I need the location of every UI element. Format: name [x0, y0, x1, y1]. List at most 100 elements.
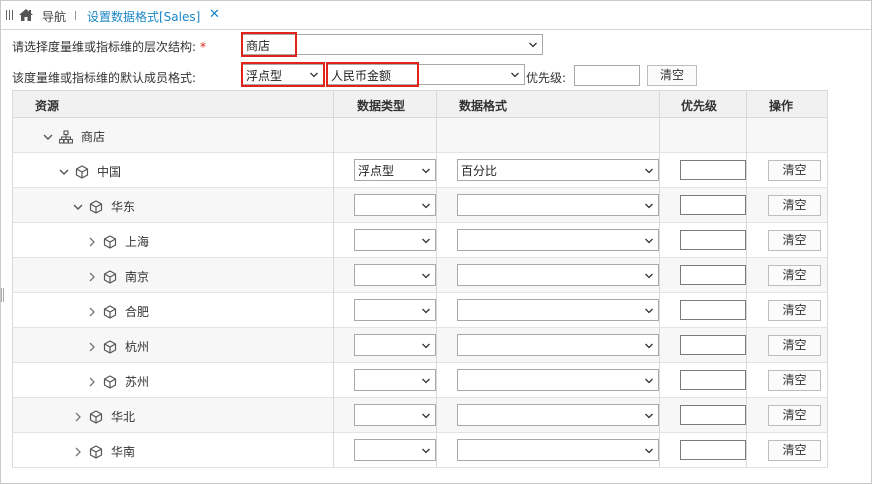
chevron-down-icon [645, 308, 653, 314]
data-format-select[interactable] [457, 194, 659, 216]
priority-cell-input[interactable] [680, 230, 746, 250]
table-row: 华北 清空 [13, 398, 827, 433]
chevron-right-icon[interactable] [87, 237, 97, 247]
data-type-value: 浮点型 [358, 164, 395, 178]
default-type-select[interactable]: 浮点型 [242, 64, 324, 85]
col-divider [659, 91, 660, 467]
hierarchy-icon [59, 129, 73, 144]
table-row: 华南 清空 [13, 433, 827, 468]
priority-cell-input[interactable] [680, 440, 746, 460]
clear-default-button[interactable]: 清空 [647, 65, 697, 86]
tree-node[interactable]: 中国 [59, 163, 121, 180]
tab-bar: 导航 设置数据格式[Sales] ✕ [1, 1, 871, 30]
hierarchy-label-text: 请选择度量维或指标维的层次结构: [12, 40, 197, 54]
tree-node[interactable]: 苏州 [87, 373, 149, 390]
priority-cell-input[interactable] [680, 405, 746, 425]
chevron-down-icon [645, 413, 653, 419]
data-type-select[interactable] [354, 439, 436, 461]
chevron-right-icon[interactable] [87, 342, 97, 352]
home-icon[interactable] [18, 8, 34, 25]
priority-cell-input[interactable] [680, 265, 746, 285]
chevron-right-icon[interactable] [87, 307, 97, 317]
tree-node[interactable]: 华南 [73, 443, 135, 460]
data-format-select[interactable] [457, 264, 659, 286]
data-format-select[interactable] [457, 229, 659, 251]
close-icon[interactable]: ✕ [209, 7, 220, 22]
clear-row-button[interactable]: 清空 [768, 405, 821, 426]
priority-cell-input[interactable] [680, 195, 746, 215]
cube-icon [89, 409, 103, 424]
menu-grip-icon[interactable] [6, 10, 14, 20]
chevron-right-icon[interactable] [73, 412, 83, 422]
tab-set-data-format[interactable]: 设置数据格式[Sales] [87, 8, 200, 25]
clear-row-button[interactable]: 清空 [768, 195, 821, 216]
tree-node-label: 合肥 [125, 305, 150, 319]
data-type-select[interactable] [354, 369, 436, 391]
chevron-down-icon [422, 378, 430, 384]
chevron-down-icon[interactable] [73, 202, 83, 212]
tree-node[interactable]: 商店 [43, 128, 105, 145]
priority-cell-input[interactable] [680, 300, 746, 320]
tree-node[interactable]: 华东 [73, 198, 135, 215]
data-type-select[interactable] [354, 404, 436, 426]
chevron-down-icon [422, 203, 430, 209]
data-format-select[interactable] [457, 299, 659, 321]
data-format-select[interactable] [457, 369, 659, 391]
splitter-handle[interactable] [1, 288, 4, 302]
priority-input[interactable] [574, 65, 640, 86]
priority-label: 优先级: [526, 71, 567, 85]
clear-row-button[interactable]: 清空 [768, 335, 821, 356]
tree-node-label: 华北 [111, 410, 136, 424]
cube-icon [103, 234, 117, 249]
chevron-down-icon [645, 273, 653, 279]
cube-icon [103, 339, 117, 354]
chevron-down-icon[interactable] [59, 167, 69, 177]
data-type-select[interactable]: 浮点型 [354, 159, 436, 181]
clear-row-button[interactable]: 清空 [768, 230, 821, 251]
data-format-value: 百分比 [461, 164, 498, 178]
cube-icon [89, 444, 103, 459]
header-action: 操作 [769, 99, 794, 113]
chevron-down-icon [645, 203, 653, 209]
clear-row-button[interactable]: 清空 [768, 265, 821, 286]
cube-icon [89, 199, 103, 214]
cube-icon [103, 269, 117, 284]
tree-node-label: 华南 [111, 445, 136, 459]
data-format-select[interactable] [457, 439, 659, 461]
chevron-right-icon[interactable] [87, 377, 97, 387]
clear-row-button[interactable]: 清空 [768, 440, 821, 461]
chevron-right-icon[interactable] [87, 272, 97, 282]
chevron-down-icon [645, 168, 653, 174]
priority-cell-input[interactable] [680, 160, 746, 180]
hierarchy-select[interactable]: 商店 [242, 34, 543, 55]
data-type-select[interactable] [354, 299, 436, 321]
priority-cell-input[interactable] [680, 335, 746, 355]
tree-node[interactable]: 上海 [87, 233, 149, 250]
chevron-down-icon[interactable] [43, 132, 53, 142]
data-type-select[interactable] [354, 334, 436, 356]
tab-nav[interactable]: 导航 [42, 8, 66, 25]
data-type-select[interactable] [354, 229, 436, 251]
tree-node[interactable]: 南京 [87, 268, 149, 285]
clear-row-button[interactable]: 清空 [768, 160, 821, 181]
tree-node[interactable]: 合肥 [87, 303, 149, 320]
data-type-select[interactable] [354, 194, 436, 216]
clear-row-button[interactable]: 清空 [768, 300, 821, 321]
col-divider [436, 91, 437, 467]
priority-cell-input[interactable] [680, 370, 746, 390]
default-format-select[interactable]: 人民币金额 [327, 64, 525, 85]
data-type-select[interactable] [354, 264, 436, 286]
default-format-label: 该度量维或指标维的默认成员格式: [12, 71, 197, 85]
data-format-select[interactable] [457, 404, 659, 426]
format-table: 资源 数据类型 数据格式 优先级 操作 商店 中国 浮点型 百分比 清空 华东 清空 上海 清空… [12, 90, 828, 468]
chevron-right-icon[interactable] [73, 447, 83, 457]
clear-row-button[interactable]: 清空 [768, 370, 821, 391]
tree-node[interactable]: 杭州 [87, 338, 149, 355]
tree-node-label: 上海 [125, 235, 150, 249]
data-format-select[interactable] [457, 334, 659, 356]
data-format-select[interactable]: 百分比 [457, 159, 659, 181]
tree-node[interactable]: 华北 [73, 408, 135, 425]
chevron-down-icon [645, 378, 653, 384]
header-data-type: 数据类型 [357, 99, 406, 113]
cube-icon [103, 374, 117, 389]
